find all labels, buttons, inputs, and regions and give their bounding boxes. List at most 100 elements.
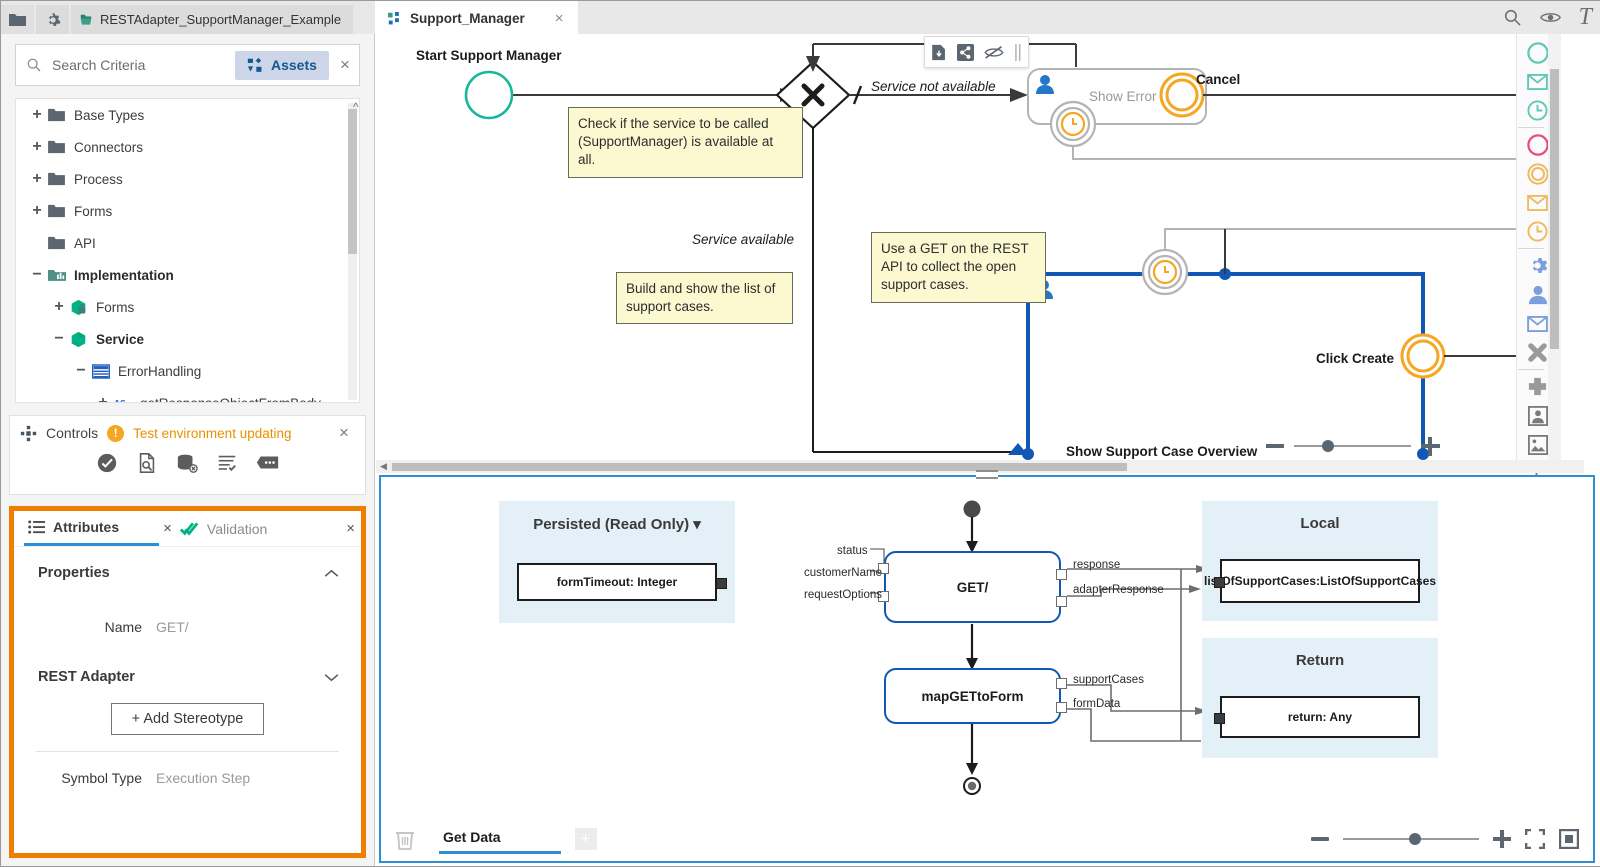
process-diagram-canvas[interactable]: Start Support Manager Service not availab…: [376, 34, 1600, 464]
chevron-up-icon[interactable]: [324, 566, 339, 581]
tree-toggle[interactable]: −: [26, 266, 48, 284]
tree-scrollbar-thumb[interactable]: [348, 109, 357, 254]
variable-port[interactable]: [716, 578, 727, 589]
splitter-handle[interactable]: [976, 470, 998, 479]
canvas-hscrollbar-thumb[interactable]: [392, 463, 1127, 471]
trash-icon[interactable]: [395, 828, 415, 850]
search-input[interactable]: [50, 56, 235, 74]
canvas-vscrollbar-thumb[interactable]: [1550, 69, 1559, 349]
tree-item-process[interactable]: + Process: [16, 163, 359, 195]
tree-item-api[interactable]: API: [16, 227, 359, 259]
sheet-tab-get-data[interactable]: Get Data: [439, 825, 561, 854]
tree-toggle[interactable]: +: [26, 106, 48, 124]
tab-support-manager[interactable]: Support_Manager ×: [376, 1, 578, 34]
variable-box[interactable]: return: Any: [1214, 696, 1420, 738]
tree-item-base-types[interactable]: + Base Types: [16, 99, 359, 131]
database-clear-icon[interactable]: [176, 452, 198, 474]
tree-item-service[interactable]: − Service: [16, 323, 359, 355]
validate-check-icon[interactable]: [96, 452, 118, 474]
add-stereotype-button[interactable]: + Add Stereotype: [110, 703, 265, 735]
fit-screen-icon[interactable]: [1525, 829, 1545, 849]
share-icon[interactable]: [957, 43, 974, 61]
tree-toggle[interactable]: +: [26, 170, 48, 188]
project-tab[interactable]: RESTAdapter_SupportManager_Example: [71, 5, 354, 34]
save-document-icon[interactable]: [931, 44, 947, 61]
flow-node[interactable]: GET/: [884, 551, 1061, 623]
chevron-down-icon[interactable]: [324, 670, 339, 685]
editor-footer: Get Data +: [381, 817, 1593, 861]
tree-scroll-up-arrow[interactable]: ^: [353, 100, 359, 114]
tree-toggle[interactable]: −: [70, 362, 92, 380]
eye-icon[interactable]: [1539, 10, 1561, 25]
hide-eye-icon[interactable]: [984, 45, 1004, 60]
node-port[interactable]: [1056, 678, 1067, 689]
data-flow-canvas[interactable]: Persisted (Read Only) ▾ formTimeout: Inte…: [381, 479, 1593, 819]
tree-item-errorhandling[interactable]: − ErrorHandling: [16, 355, 359, 387]
diagram-note[interactable]: Check if the service to be called (Suppo…: [568, 107, 803, 178]
text-tool-icon[interactable]: T: [1579, 4, 1592, 31]
name-field-row: Name GET/: [14, 599, 361, 655]
asset-tree: + Base Types + Connectors + Process + Forms API −…: [15, 98, 360, 403]
diagram-note[interactable]: Build and show the list of support cases…: [616, 272, 793, 325]
properties-section-header[interactable]: Properties: [14, 547, 361, 599]
diagram-label: Service available: [692, 232, 795, 247]
tree-item-connectors[interactable]: + Connectors: [16, 131, 359, 163]
folder-icon: [48, 140, 74, 154]
user-task-icon: [1036, 75, 1054, 94]
tree-toggle[interactable]: −: [48, 330, 70, 348]
zoom-slider-knob[interactable]: [1409, 833, 1421, 845]
flow-node[interactable]: mapGETtoForm: [884, 668, 1061, 724]
tree-item-forms[interactable]: + Forms: [16, 291, 359, 323]
diagram-note[interactable]: Use a GET on the REST API to collect the…: [871, 232, 1046, 303]
variable-group-title[interactable]: Persisted (Read Only) ▾: [499, 515, 735, 533]
variable-port[interactable]: [1214, 577, 1225, 588]
comment-icon[interactable]: [256, 453, 280, 473]
zoom-slider-track[interactable]: [1343, 833, 1479, 845]
scroll-left-arrow[interactable]: ◀: [376, 461, 391, 472]
assets-filter-button[interactable]: Assets: [235, 50, 329, 80]
variable-box[interactable]: formTimeout: Integer: [517, 563, 727, 601]
tree-item-forms[interactable]: + Forms: [16, 195, 359, 227]
name-value[interactable]: GET/: [156, 619, 189, 635]
add-sheet-button[interactable]: +: [574, 828, 597, 850]
tab-attributes[interactable]: Attributes: [24, 512, 160, 546]
tree-item-label: Forms: [96, 299, 135, 315]
folder-icon: [48, 108, 74, 122]
attributes-tabbar: Attributes × Validation ×: [14, 511, 361, 547]
explorer-folder-button[interactable]: [1, 5, 34, 34]
header-tools: T: [1503, 4, 1592, 31]
tree-toggle[interactable]: +: [92, 394, 114, 402]
diagram-label: Service not available: [871, 79, 996, 94]
tree-toggle[interactable]: +: [26, 202, 48, 220]
tree-toggle[interactable]: +: [48, 298, 70, 316]
node-port[interactable]: [1056, 569, 1067, 580]
frame-icon[interactable]: [1559, 829, 1579, 849]
canvas-zoom-control: [1266, 437, 1440, 456]
rest-adapter-section-header[interactable]: REST Adapter: [14, 655, 361, 699]
tab-validation-close[interactable]: ×: [346, 520, 355, 537]
node-port[interactable]: [1056, 596, 1067, 607]
drag-handle-icon[interactable]: [1014, 43, 1022, 61]
variable-group: Return return: Any: [1202, 638, 1438, 758]
search-icon[interactable]: [1503, 8, 1522, 27]
tree-item-implementation[interactable]: − Implementation: [16, 259, 359, 291]
tree-toggle[interactable]: +: [26, 138, 48, 156]
controls-close-button[interactable]: ×: [331, 420, 357, 446]
tab-attributes-close[interactable]: ×: [163, 520, 172, 537]
diagram-icon: [92, 363, 118, 379]
tree-item-getresponseobjectfrombody[interactable]: +AS getResponseObjectFromBody: [16, 387, 359, 402]
node-port[interactable]: [1056, 702, 1067, 713]
zoom-in-button[interactable]: [1493, 830, 1511, 848]
document-search-icon[interactable]: [136, 452, 158, 474]
variable-box[interactable]: listOfSupportCases: ListOfSupportCases: [1204, 559, 1436, 603]
zoom-out-button[interactable]: [1311, 837, 1329, 841]
tab-close-icon[interactable]: ×: [555, 10, 564, 27]
name-label: Name: [104, 619, 142, 635]
attributes-panel: Attributes × Validation × Properties Nam…: [9, 506, 366, 858]
variable-port[interactable]: [1214, 713, 1225, 724]
settings-button[interactable]: [36, 5, 69, 34]
search-clear-button[interactable]: ×: [337, 52, 353, 78]
list-check-icon[interactable]: [216, 452, 238, 474]
tab-validation[interactable]: Validation: [176, 512, 271, 546]
controls-icon: [20, 425, 37, 442]
